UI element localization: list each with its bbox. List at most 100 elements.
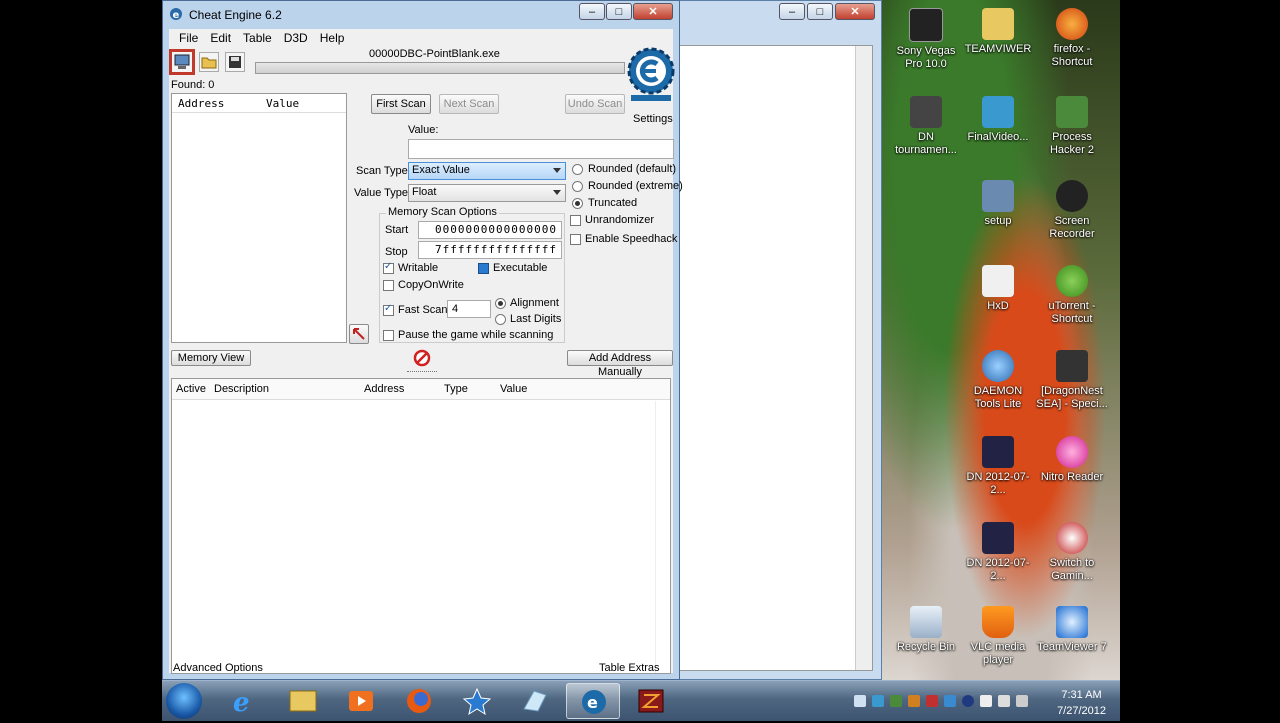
folder-icon — [289, 690, 317, 712]
select-process-button[interactable] — [169, 49, 195, 75]
desktop-icon[interactable]: uTorrent - Shortcut — [1034, 265, 1110, 326]
desktop-icon[interactable]: Screen Recorder — [1034, 180, 1110, 241]
desktop-icon[interactable]: DAEMON Tools Lite — [960, 350, 1036, 411]
cheat-engine-logo-icon[interactable] — [627, 45, 675, 109]
column-value[interactable]: Value — [500, 383, 527, 395]
found-address-list[interactable]: Address Value — [171, 93, 347, 343]
value-input[interactable] — [408, 139, 674, 159]
splitter-handle[interactable] — [407, 371, 437, 375]
desktop-icon[interactable]: TEAMVIWER — [960, 8, 1036, 56]
menu-d3d[interactable]: D3D — [278, 29, 314, 47]
first-scan-button[interactable]: First Scan — [371, 94, 431, 114]
start-button[interactable] — [166, 683, 202, 719]
stop-address-input[interactable]: 7fffffffffffffff — [418, 241, 562, 259]
last-digits-radio[interactable] — [495, 314, 506, 325]
desktop-icon[interactable]: Switch to Gamin... — [1034, 522, 1110, 583]
rounded-default-radio[interactable] — [572, 164, 583, 175]
menu-table[interactable]: Table — [237, 29, 278, 47]
desktop-icon[interactable]: FinalVideo... — [960, 96, 1036, 144]
desktop-icon[interactable]: Recycle Bin — [888, 606, 964, 654]
menu-help[interactable]: Help — [314, 29, 351, 47]
column-address[interactable]: Address — [172, 94, 260, 112]
start-address-input[interactable]: 0000000000000000 — [418, 221, 562, 239]
desktop-icon[interactable]: VLC media player — [960, 606, 1036, 667]
cheat-table[interactable]: Active Description Address Type Value — [171, 378, 671, 674]
copyonwrite-checkbox[interactable] — [383, 280, 394, 291]
writable-checkbox[interactable] — [383, 261, 394, 274]
taskbar-app[interactable] — [508, 683, 562, 719]
taskbar-cheat-engine[interactable]: e — [566, 683, 620, 719]
speedhack-checkbox[interactable] — [570, 234, 581, 245]
desktop-icon[interactable]: firefox - Shortcut — [1034, 8, 1110, 69]
settings-link[interactable]: Settings — [633, 113, 673, 125]
process-hacker-icon — [1056, 96, 1088, 128]
advanced-options-link[interactable]: Advanced Options — [173, 662, 263, 674]
rounded-extreme-radio[interactable] — [572, 181, 583, 192]
volume-icon[interactable] — [998, 695, 1010, 707]
pause-game-checkbox[interactable] — [383, 330, 394, 341]
tray-app-icon[interactable] — [872, 695, 884, 707]
pointer-scan-button[interactable] — [349, 324, 369, 344]
close-button[interactable]: ✕ — [633, 3, 673, 20]
vertical-scrollbar[interactable] — [855, 46, 872, 670]
folder-icon — [982, 8, 1014, 40]
fast-scan-input[interactable]: 4 — [447, 300, 491, 318]
next-scan-button[interactable]: Next Scan — [439, 94, 499, 114]
title-bar[interactable]: e Cheat Engine 6.2 – □ ✕ — [163, 1, 679, 29]
vertical-scrollbar[interactable] — [655, 401, 670, 673]
taskbar-ie[interactable]: e — [218, 683, 272, 719]
desktop-icon[interactable]: TeamViewer 7 — [1034, 606, 1110, 654]
desktop-icon[interactable]: DN 2012-07-2... — [960, 436, 1036, 497]
unrandomizer-checkbox[interactable] — [570, 215, 581, 226]
column-value[interactable]: Value — [260, 94, 305, 112]
tray-app-icon[interactable] — [908, 695, 920, 707]
table-extras-link[interactable]: Table Extras — [599, 662, 660, 674]
taskbar-game[interactable] — [624, 683, 678, 719]
maximize-button[interactable]: □ — [606, 3, 632, 20]
column-type[interactable]: Type — [444, 383, 468, 395]
clock[interactable]: 7:31 AM 7/27/2012 — [1057, 687, 1106, 719]
action-center-icon[interactable] — [1016, 695, 1028, 707]
tray-app-icon[interactable] — [926, 695, 938, 707]
desktop-icon[interactable]: HxD — [960, 265, 1036, 313]
desktop-icon[interactable]: [DragonNest SEA] - Speci... — [1034, 350, 1110, 411]
column-address[interactable]: Address — [364, 383, 404, 395]
open-file-button[interactable] — [199, 52, 219, 72]
taskbar-firefox[interactable] — [392, 683, 446, 719]
fast-scan-checkbox[interactable] — [383, 303, 394, 316]
desktop-icon[interactable]: Sony Vegas Pro 10.0 — [888, 8, 964, 71]
scan-type-select[interactable]: Exact Value — [408, 162, 566, 180]
maximize-button[interactable]: □ — [807, 3, 833, 20]
save-button[interactable] — [225, 52, 245, 72]
menu-file[interactable]: File — [173, 29, 204, 47]
stop-icon[interactable] — [413, 349, 431, 367]
desktop-icon[interactable]: Process Hacker 2 — [1034, 96, 1110, 157]
tray-app-icon[interactable] — [890, 695, 902, 707]
screen-recorder-icon — [1056, 180, 1088, 212]
taskbar-explorer[interactable] — [276, 683, 330, 719]
desktop-icon[interactable]: DN 2012-07-2... — [960, 522, 1036, 583]
desktop-icon[interactable]: DN tournamen... — [888, 96, 964, 157]
desktop-icon[interactable]: setup — [960, 180, 1036, 228]
taskbar-media[interactable] — [334, 683, 388, 719]
undo-scan-button[interactable]: Undo Scan — [565, 94, 625, 114]
tray-app-icon[interactable] — [944, 695, 956, 707]
tray-app-icon[interactable] — [980, 695, 992, 707]
desktop-icon[interactable]: Nitro Reader — [1034, 436, 1110, 484]
address-list-header: Address Value — [172, 94, 346, 113]
close-button[interactable]: ✕ — [835, 3, 875, 20]
minimize-button[interactable]: – — [779, 3, 805, 20]
column-description[interactable]: Description — [214, 383, 269, 395]
column-active[interactable]: Active — [176, 383, 206, 395]
add-address-manually-button[interactable]: Add Address Manually — [567, 350, 673, 378]
tray-app-icon[interactable] — [962, 695, 974, 707]
taskbar-star-app[interactable] — [450, 683, 504, 719]
network-icon[interactable] — [854, 695, 866, 707]
minimize-button[interactable]: – — [579, 3, 605, 20]
memory-view-button[interactable]: Memory View — [171, 350, 251, 366]
menu-edit[interactable]: Edit — [204, 29, 237, 47]
executable-checkbox[interactable] — [478, 263, 489, 274]
value-type-select[interactable]: Float — [408, 184, 566, 202]
alignment-radio[interactable] — [495, 298, 506, 309]
truncated-radio[interactable] — [572, 198, 583, 209]
